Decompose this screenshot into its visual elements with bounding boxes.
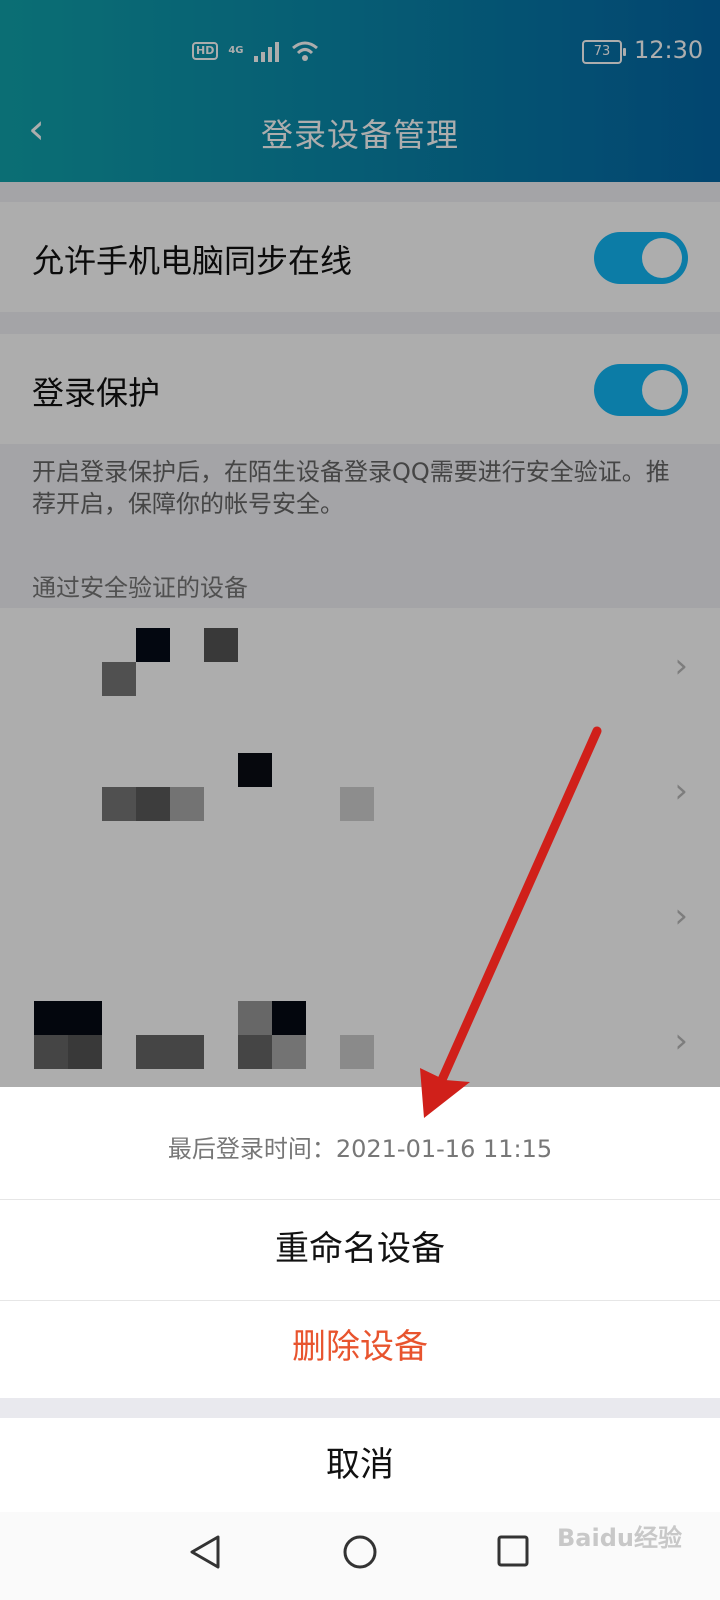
nav-home-icon[interactable] [342, 1534, 378, 1570]
cancel-button[interactable]: 取消 [0, 1437, 720, 1486]
delete-device-button[interactable]: 删除设备 [0, 1319, 720, 1368]
nav-back-icon[interactable] [188, 1534, 222, 1570]
modal-dim-overlay[interactable] [0, 0, 720, 1087]
baidu-watermark: Baidu经验 [557, 1518, 682, 1553]
divider [0, 1300, 720, 1301]
watermark-text: Baidu经验 [557, 1524, 682, 1552]
last-login-info: 最后登录时间：2021-01-16 11:15 [0, 1087, 720, 1200]
nav-recents-icon[interactable] [496, 1534, 530, 1568]
sheet-separator [0, 1398, 720, 1418]
last-login-text: 最后登录时间：2021-01-16 11:15 [167, 1135, 553, 1163]
rename-device-button[interactable]: 重命名设备 [0, 1221, 720, 1270]
